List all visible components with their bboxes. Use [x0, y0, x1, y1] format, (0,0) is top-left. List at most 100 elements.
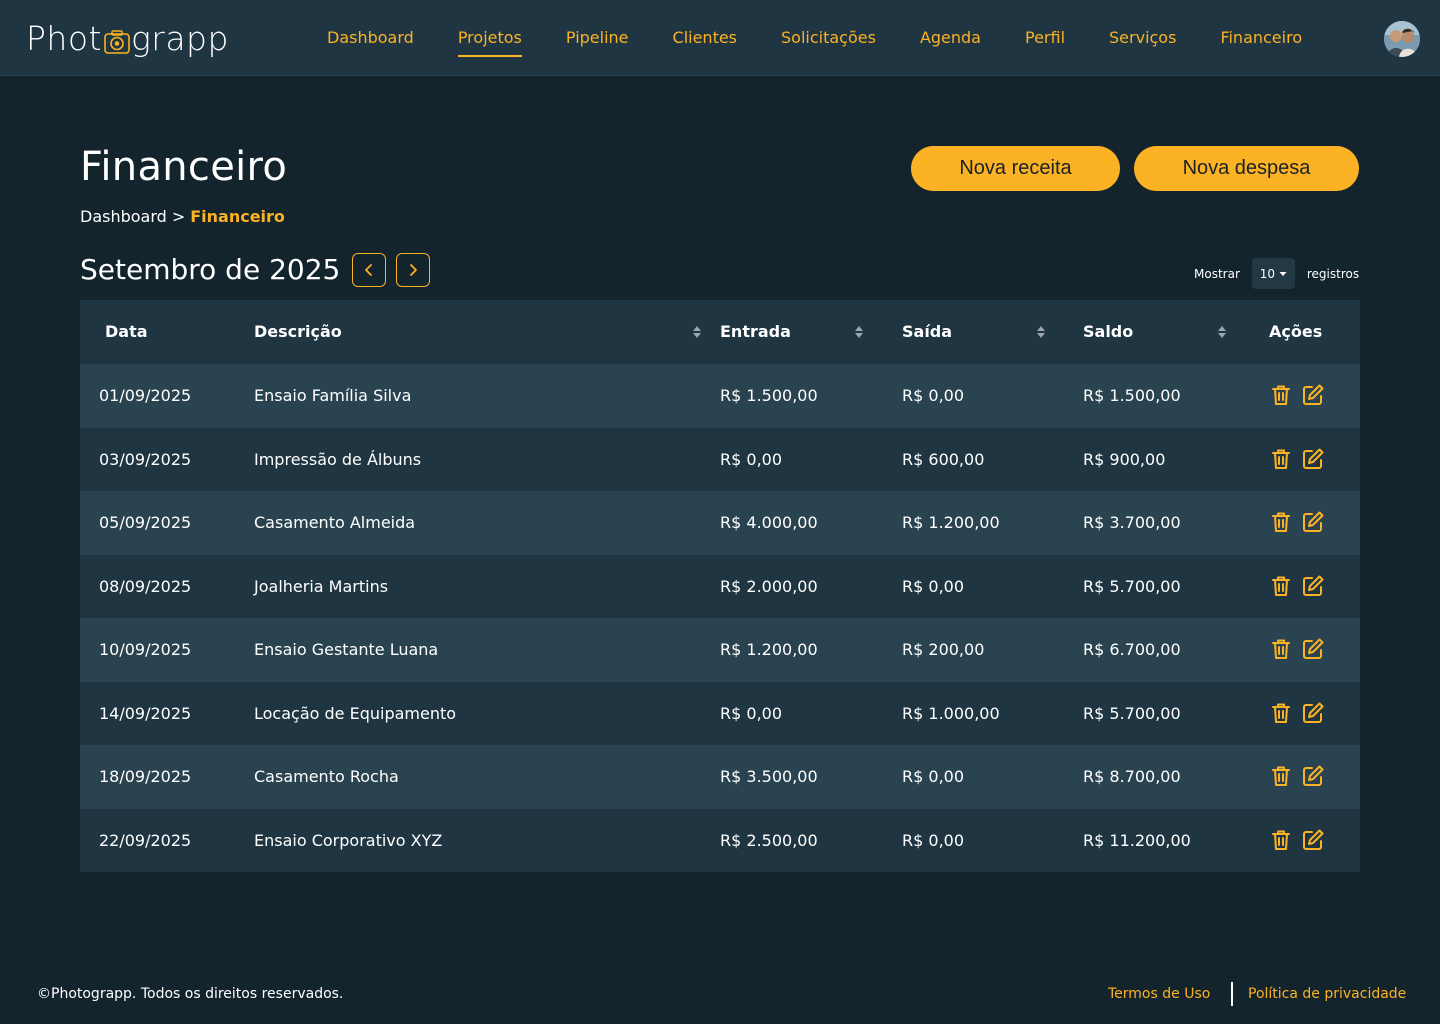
breadcrumb-separator: > [171, 207, 186, 226]
trash-icon[interactable] [1269, 701, 1293, 725]
cell-data: 14/09/2025 [99, 703, 192, 723]
trash-icon[interactable] [1269, 510, 1293, 534]
show-label: Mostrar [1194, 266, 1240, 281]
edit-icon[interactable] [1301, 764, 1325, 788]
trash-icon[interactable] [1269, 574, 1293, 598]
trash-icon[interactable] [1269, 764, 1293, 788]
cell-entrada: R$ 0,00 [720, 703, 783, 723]
table-row: 22/09/2025 Ensaio Corporativo XYZ R$ 2.500… [80, 808, 1360, 872]
trash-icon[interactable] [1269, 828, 1293, 852]
nav-item-pipeline[interactable]: Pipeline [566, 28, 629, 47]
cell-saida: R$ 0,00 [902, 767, 965, 786]
cell-saida: R$ 600,00 [902, 449, 985, 469]
table-row: 10/09/2025 Ensaio Gestante Luana R$ 1.200,… [80, 618, 1360, 682]
table-row: 18/09/2025 Casamento Rocha R$ 3.500,00 R$ 0… [80, 745, 1360, 809]
financial-table: Data Descrição Entrada Saída Saldo Ações… [80, 300, 1360, 872]
cell-descricao: Ensaio Corporativo XYZ [254, 830, 443, 850]
sort-icon[interactable] [1217, 325, 1227, 339]
cell-entrada: R$ 1.200,00 [720, 640, 818, 659]
records-select[interactable]: 10 [1251, 258, 1295, 289]
table-row: 05/09/2025 Casamento Almeida R$ 4.000,00 R$… [80, 491, 1360, 555]
column-header-data[interactable]: Data [105, 322, 148, 341]
cell-saldo: R$ 5.700,00 [1083, 576, 1181, 596]
records-label: registros [1306, 266, 1360, 281]
edit-icon[interactable] [1301, 828, 1325, 852]
cell-descricao: Ensaio Gestante Luana [254, 640, 439, 659]
footer-divider [1231, 982, 1233, 1006]
cell-data: 03/09/2025 [99, 449, 192, 469]
copyright-text: ©Photograpp. Todos os direitos reservado… [37, 986, 344, 1002]
camera-icon [103, 25, 131, 54]
cell-entrada: R$ 4.000,00 [720, 513, 818, 532]
table-row: 14/09/2025 Locação de Equipamento R$ 0,00 R… [80, 681, 1360, 745]
sort-icon[interactable] [692, 325, 702, 339]
nav-item-solicitacoes[interactable]: Solicitações [781, 28, 876, 47]
cell-saida: R$ 0,00 [902, 830, 965, 850]
trash-icon[interactable] [1269, 383, 1293, 407]
app-logo[interactable]: Phot grapp [26, 16, 229, 60]
nav-item-dashboard[interactable]: Dashboard [327, 28, 414, 47]
breadcrumb-dashboard[interactable]: Dashboard [80, 207, 167, 226]
edit-icon[interactable] [1301, 383, 1325, 407]
nav-item-perfil[interactable]: Perfil [1025, 28, 1065, 47]
next-month-button[interactable] [396, 253, 430, 287]
nav-item-servicos[interactable]: Serviços [1109, 28, 1176, 47]
edit-icon[interactable] [1301, 637, 1325, 661]
cell-saldo: R$ 900,00 [1083, 449, 1166, 469]
cell-entrada: R$ 2.500,00 [720, 830, 818, 850]
edit-icon[interactable] [1301, 510, 1325, 534]
logo-text-right: grapp [130, 18, 229, 58]
cell-saldo: R$ 1.500,00 [1083, 386, 1181, 405]
privacy-link[interactable]: Política de privacidade [1248, 986, 1406, 1002]
cell-saida: R$ 0,00 [902, 576, 965, 596]
cell-entrada: R$ 2.000,00 [720, 576, 818, 596]
user-avatar[interactable] [1384, 21, 1420, 57]
cell-data: 18/09/2025 [99, 767, 192, 786]
cell-saldo: R$ 6.700,00 [1083, 640, 1181, 659]
table-row: 03/09/2025 Impressão de Álbuns R$ 0,00 R$ 6… [80, 427, 1360, 491]
previous-month-button[interactable] [352, 253, 386, 287]
cell-saldo: R$ 3.700,00 [1083, 513, 1181, 532]
chevron-left-icon [365, 264, 372, 276]
column-header-saldo[interactable]: Saldo [1083, 322, 1133, 341]
sort-icon[interactable] [854, 325, 864, 339]
cell-data: 05/09/2025 [99, 513, 192, 532]
edit-icon[interactable] [1301, 447, 1325, 471]
sort-icon[interactable] [1036, 325, 1046, 339]
cell-saida: R$ 0,00 [902, 386, 965, 405]
nav-item-projetos[interactable]: Projetos [457, 28, 522, 57]
cell-descricao: Impressão de Álbuns [254, 449, 422, 469]
edit-icon[interactable] [1301, 701, 1325, 725]
cell-data: 10/09/2025 [99, 640, 192, 659]
cell-descricao: Locação de Equipamento [254, 703, 457, 723]
nav-item-agenda[interactable]: Agenda [920, 28, 981, 47]
edit-icon[interactable] [1301, 574, 1325, 598]
cell-entrada: R$ 0,00 [720, 449, 783, 469]
nova-receita-button[interactable]: Nova receita [911, 146, 1120, 191]
column-header-descricao[interactable]: Descrição [254, 322, 342, 341]
nova-despesa-button[interactable]: Nova despesa [1134, 146, 1359, 191]
main-nav: Dashboard Projetos Pipeline Clientes Sol… [327, 28, 1346, 57]
cell-entrada: R$ 3.500,00 [720, 767, 818, 786]
table-header: Data Descrição Entrada Saída Saldo Ações [80, 300, 1360, 364]
trash-icon[interactable] [1269, 637, 1293, 661]
cell-data: 01/09/2025 [99, 386, 192, 405]
column-header-acoes: Ações [1269, 322, 1323, 341]
top-navbar: Phot grapp Dashboard Projetos Pipeline C… [0, 0, 1440, 76]
chevron-right-icon [410, 264, 417, 276]
nav-item-clientes[interactable]: Clientes [673, 28, 738, 47]
breadcrumb-current: Financeiro [190, 207, 285, 226]
cell-saldo: R$ 11.200,00 [1083, 830, 1191, 850]
cell-saida: R$ 1.000,00 [902, 703, 1000, 723]
terms-link[interactable]: Termos de Uso [1108, 986, 1210, 1002]
cell-data: 22/09/2025 [99, 830, 192, 850]
page-title: Financeiro [80, 144, 288, 190]
table-body: 01/09/2025 Ensaio Família Silva R$ 1.500,0… [80, 364, 1360, 872]
nav-item-financeiro[interactable]: Financeiro [1220, 28, 1302, 47]
trash-icon[interactable] [1269, 447, 1293, 471]
cell-saldo: R$ 5.700,00 [1083, 703, 1181, 723]
column-header-entrada[interactable]: Entrada [720, 322, 791, 341]
cell-descricao: Ensaio Família Silva [254, 386, 412, 405]
column-header-saida[interactable]: Saída [902, 322, 952, 341]
cell-descricao: Casamento Almeida [254, 513, 416, 532]
